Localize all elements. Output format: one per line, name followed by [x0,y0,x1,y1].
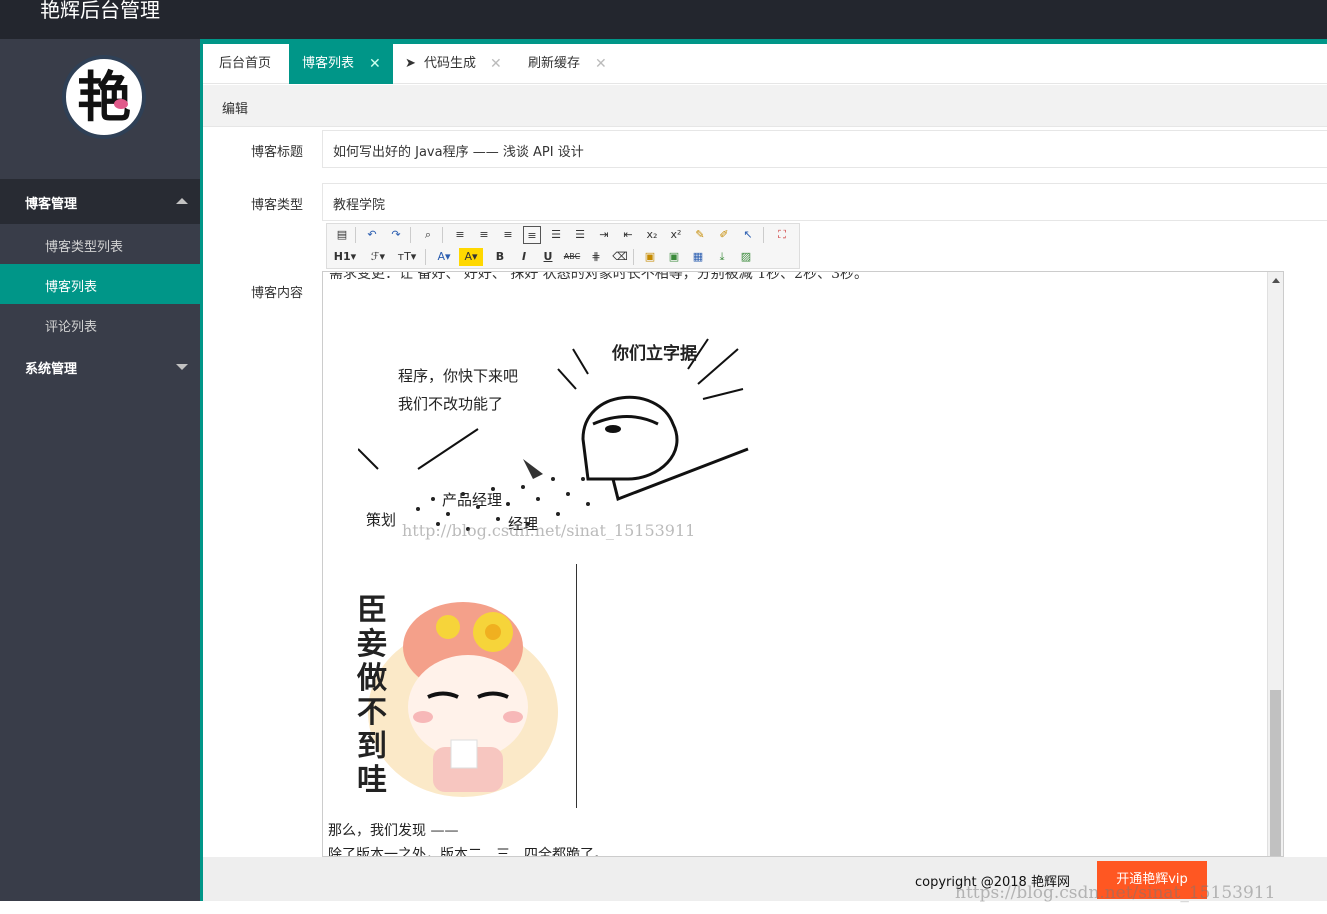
font-color-icon[interactable]: A▾ [433,248,455,266]
content-editor[interactable]: 需求变更：让 备好、 好好、 抹好 状态的对象时长不相等，分别被减 1秒、2秒、… [322,271,1284,857]
insert-code-icon[interactable]: ⤓ [713,248,731,266]
content-label: 博客内容 [251,286,304,301]
title-input[interactable]: 如何写出好的 Java程序 —— 浅谈 API 设计 [322,130,1327,168]
bold-icon[interactable]: B [491,248,509,266]
eraser-icon[interactable]: ⌫ [611,248,629,266]
send-icon: ➤ [405,56,416,71]
comic-image: 程序，你快下来吧 我们不改功能了 你们立字据 产品经理 策划 经理 http:/… [357,329,760,544]
close-icon[interactable]: ✕ [595,44,607,84]
align-left-icon[interactable]: ≡ [451,226,469,244]
superscript-icon[interactable]: x² [667,226,685,244]
insert-picture-icon[interactable]: ▨ [737,248,755,266]
comic-text: 我们不改功能了 [398,395,504,413]
logo-area: 艳 [0,39,200,179]
align-right-icon[interactable]: ≡ [499,226,517,244]
insert-emoji-icon[interactable]: ▣ [665,248,683,266]
insert-table-icon[interactable]: ▦ [689,248,707,266]
comic-text: 你们立字据 [612,344,697,364]
page-watermark: https://blog.csdn.net/sinat_15153911 [955,883,1276,903]
type-label: 博客类型 [251,198,304,213]
type-select[interactable]: 教程学院 [322,183,1327,221]
caret-up-icon [176,198,188,204]
justify-icon[interactable]: ≡ [523,226,541,244]
breadcrumb-label: 编辑 [222,102,249,117]
comic-text: 产品经理 [442,491,503,509]
heading-icon[interactable]: H1▾ [333,248,357,266]
caret-down-icon [176,364,188,370]
sidebar-item-blog-list[interactable]: 博客列表 [0,264,200,304]
sidebar-group-system[interactable]: 系统管理 [0,344,200,389]
avatar-glyph: 艳 [77,65,131,129]
title-label: 博客标题 [251,145,304,160]
strikethrough-icon[interactable]: ABC [563,248,581,266]
sidebar-item-label: 博客类型列表 [45,240,124,255]
app-title: 艳辉后台管理 [40,0,160,22]
editor-text-line: 需求变更：让 备好、 好好、 抹好 状态的对象时长不相等，分别被减 1秒、2秒、… [329,271,868,282]
outdent-icon[interactable]: ⇤ [619,226,637,244]
sticker-image: 臣妾做不到哇 [343,572,563,802]
insert-image-icon[interactable]: ▣ [641,248,659,266]
sidebar-group-label: 博客管理 [25,197,78,212]
ordered-list-icon[interactable]: ☰ [547,226,565,244]
editor-toolbar: ▤ ↶ ↷ ⌕ ≡ ≡ ≡ ≡ ☰ ☰ ⇥ ⇤ x₂ x² ✎ ✐ ↖ ⛶ H1… [326,223,800,269]
highlight-icon[interactable]: A▾ [459,248,483,266]
sidebar-group-label: 系统管理 [25,362,78,377]
font-size-icon[interactable]: тT▾ [395,248,419,266]
font-family-icon[interactable]: ℱ▾ [367,248,389,266]
tab-label: 后台首页 [219,56,272,71]
tab-bar: 后台首页 博客列表 ✕ ➤ 代码生成 ✕ 刷新缓存 ✕ [203,44,1327,84]
sidebar-item-label: 评论列表 [45,320,98,335]
tab-label: 代码生成 [424,56,477,71]
paragraph: 除了版本一之外，版本二、三、四全都跪了。 [328,847,608,857]
top-bar: 艳辉后台管理 [0,0,1327,39]
sidebar: 艳 博客管理 博客类型列表 博客列表 评论列表 系统管理 [0,39,200,901]
tab-codegen[interactable]: ➤ 代码生成 ✕ [393,44,511,84]
tab-home[interactable]: 后台首页 [203,44,289,84]
breadcrumb: 编辑 [203,85,1327,127]
unordered-list-icon[interactable]: ☰ [571,226,589,244]
undo-icon[interactable]: ↶ [363,226,381,244]
text-cursor [576,564,577,808]
clear-format-icon[interactable]: ✐ [715,226,733,244]
avatar-flower-icon [114,99,128,109]
image-watermark: http://blog.csdn.net/sinat_15153911 [402,521,696,540]
scrollbar-thumb[interactable] [1270,690,1281,856]
select-all-icon[interactable]: ↖ [739,226,757,244]
tab-blog-list[interactable]: 博客列表 ✕ [289,44,393,84]
source-icon[interactable]: ▤ [333,226,351,244]
tab-label: 博客列表 [302,56,355,71]
format-brush-icon[interactable]: ✎ [691,226,709,244]
comic-drawing [357,338,749,531]
sidebar-item-comments[interactable]: 评论列表 [0,304,200,344]
align-center-icon[interactable]: ≡ [475,226,493,244]
avatar[interactable]: 艳 [62,55,146,139]
close-icon[interactable]: ✕ [369,44,381,84]
redo-icon[interactable]: ↷ [387,226,405,244]
sidebar-item-label: 博客列表 [45,280,98,295]
editor-scrollbar[interactable] [1267,272,1283,856]
italic-icon[interactable]: I [515,248,533,266]
subscript-icon[interactable]: x₂ [643,226,661,244]
grid-icon[interactable]: ⋕ [587,248,605,266]
comic-text: 策划 [366,511,397,529]
tab-refresh-cache[interactable]: 刷新缓存 ✕ [511,44,621,84]
sidebar-group-blog[interactable]: 博客管理 [0,179,200,224]
scroll-up-icon[interactable] [1272,278,1280,283]
paragraph: 那么，我们发现 —— [328,823,459,839]
preview-icon[interactable]: ⌕ [419,226,437,244]
main-area: 后台首页 博客列表 ✕ ➤ 代码生成 ✕ 刷新缓存 ✕ 编辑 博客标题 如何写出… [200,39,1327,901]
tab-label: 刷新缓存 [528,56,581,71]
sticker-text: 臣妾做不到哇 [357,593,387,798]
sidebar-item-blog-types[interactable]: 博客类型列表 [0,224,200,264]
close-icon[interactable]: ✕ [490,44,502,84]
indent-icon[interactable]: ⇥ [595,226,613,244]
underline-icon[interactable]: U [539,248,557,266]
comic-text: 程序，你快下来吧 [398,367,519,385]
fullscreen-icon[interactable]: ⛶ [773,226,791,244]
